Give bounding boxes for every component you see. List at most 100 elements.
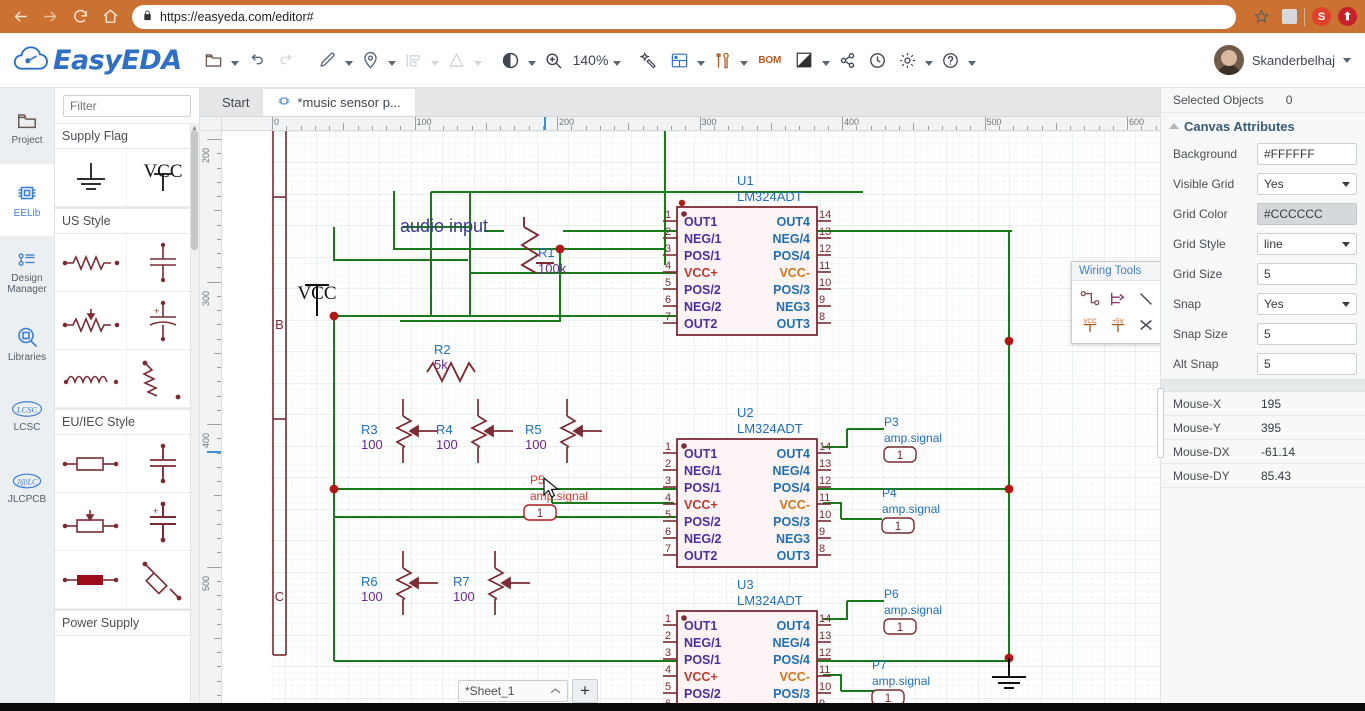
wiring-tools-panel[interactable]: Wiring Tools — N (1071, 261, 1160, 344)
zoom-level-label[interactable]: 140% (569, 52, 611, 68)
extension-placeholder-icon[interactable] (1282, 9, 1297, 24)
history-icon[interactable] (862, 43, 892, 77)
theme-dropdown-caret[interactable] (819, 43, 832, 77)
lib-item-varistor-eu[interactable] (127, 551, 199, 609)
settings-dropdown-caret[interactable] (922, 43, 935, 77)
sidebar-item-label: EELib (13, 208, 41, 219)
lib-item-vcc-symbol[interactable]: VCC (127, 149, 199, 207)
lib-item-polarized-capacitor-us[interactable]: + (127, 292, 199, 350)
zoom-in-icon[interactable] (539, 43, 569, 77)
lib-item-capacitor-eu[interactable] (127, 435, 199, 493)
back-arrow-icon[interactable] (8, 5, 32, 29)
lib-item-polarized-capacitor-eu[interactable]: + (127, 493, 199, 551)
grid-color-field[interactable]: #CCCCCC (1257, 203, 1357, 225)
plus5v-flag-icon[interactable]: +5V (1104, 312, 1132, 338)
visible-grid-select[interactable]: Yes (1257, 173, 1357, 195)
theme-icon[interactable] (789, 43, 819, 77)
panel-settings-caret[interactable] (694, 43, 707, 77)
chevron-down-icon[interactable] (1342, 241, 1350, 247)
alt-snap-field[interactable]: 5 (1257, 353, 1357, 375)
folder-icon[interactable] (199, 43, 229, 77)
panel-resize-handle[interactable] (1157, 388, 1164, 458)
magic-wand-icon[interactable] (634, 43, 664, 77)
panel-settings-icon[interactable] (664, 43, 694, 77)
location-pin-icon[interactable] (356, 43, 386, 77)
vcc-flag-icon[interactable]: VCC (1076, 312, 1104, 338)
collapse-triangle-icon[interactable] (1169, 123, 1179, 129)
chevron-down-icon[interactable] (1342, 301, 1350, 307)
undo-icon[interactable] (242, 43, 272, 77)
ruler-tick (286, 126, 288, 130)
snap-select[interactable]: Yes (1257, 293, 1357, 315)
sidebar-item-jlcpcb[interactable]: J@LC JLCPCB (0, 452, 54, 524)
user-dropdown-caret[interactable] (1343, 57, 1351, 63)
folder-dropdown-caret[interactable] (229, 43, 242, 77)
zoom-dropdown-caret[interactable] (610, 43, 623, 77)
help-icon[interactable] (935, 43, 965, 77)
schematic-canvas[interactable]: 0 100 200 300 400 500 600 200 300 400 500 (200, 117, 1160, 711)
gear-icon[interactable] (892, 43, 922, 77)
schematic-sheet[interactable]: B C VCC R1 100k R2 5k R3 100 R4 100 R5 1… (222, 131, 1160, 711)
svg-text:POS/2: POS/2 (684, 515, 721, 529)
bus-icon[interactable] (1104, 286, 1132, 312)
tools-dropdown-caret[interactable] (737, 43, 750, 77)
visibility-dropdown-caret[interactable] (526, 43, 539, 77)
filter-input[interactable] (63, 95, 191, 117)
bom-button[interactable]: BOM (750, 55, 789, 66)
wire-icon[interactable] (1076, 286, 1104, 312)
no-connect-icon[interactable] (1132, 312, 1160, 338)
wiring-tools-titlebar[interactable]: Wiring Tools — (1072, 262, 1160, 281)
user-menu[interactable]: Skanderbelhaj (1213, 45, 1357, 75)
chevron-down-icon[interactable] (1342, 181, 1350, 187)
sheet-tab-sheet1[interactable]: *Sheet_1 (458, 680, 568, 702)
sidebar-item-libraries[interactable]: Libraries (0, 308, 54, 380)
reload-icon[interactable] (68, 5, 92, 29)
snap-size-field[interactable]: 5 (1257, 323, 1357, 345)
schematic-drawing[interactable]: B C VCC R1 100k R2 5k R3 100 R4 100 R5 1… (222, 131, 1160, 711)
lib-item-varistor-us[interactable] (127, 350, 199, 408)
pencil-icon[interactable] (313, 43, 343, 77)
place-dropdown-caret[interactable] (386, 43, 399, 77)
forward-arrow-icon[interactable] (38, 5, 62, 29)
lib-item-ground-symbol[interactable] (55, 149, 127, 207)
ruler-tick (1070, 126, 1071, 130)
canvas-attributes-header[interactable]: Canvas Attributes (1161, 113, 1365, 139)
grid-style-select[interactable]: line (1257, 233, 1357, 255)
lib-item-potentiometer-us[interactable] (55, 292, 127, 350)
lib-item-resistor-filled-eu[interactable] (55, 551, 127, 609)
sidebar-item-lcsc[interactable]: LCSC LCSC (0, 380, 54, 452)
ruler-tick (217, 395, 221, 397)
profile-avatar-badge[interactable]: S (1312, 7, 1331, 26)
easyeda-logo[interactable]: EasyEDA (8, 45, 188, 76)
pencil-dropdown-caret[interactable] (343, 43, 356, 77)
tab-music-sensor[interactable]: *music sensor p... (263, 89, 415, 116)
home-icon[interactable] (98, 5, 122, 29)
ruler-top: 0 100 200 300 400 500 600 (222, 117, 1160, 131)
mouse-x-row: Mouse-X 195 (1161, 392, 1365, 416)
ruler-tick (1141, 126, 1143, 130)
grid-size-field[interactable]: 5 (1257, 263, 1357, 285)
update-badge-icon[interactable]: ⬆ (1338, 7, 1357, 26)
sidebar-item-design-manager[interactable]: Design Manager (0, 236, 54, 308)
lib-item-capacitor-us[interactable] (127, 234, 199, 292)
ruler-tick (217, 538, 221, 539)
add-sheet-button[interactable]: + (572, 679, 598, 703)
lib-item-resistor-us[interactable] (55, 234, 127, 292)
tools-icon[interactable] (707, 43, 737, 77)
tab-start[interactable]: Start (208, 89, 263, 116)
bus-entry-icon[interactable] (1132, 286, 1160, 312)
chevron-up-icon[interactable] (550, 684, 561, 698)
visibility-icon[interactable] (496, 43, 526, 77)
library-scroll-thumb[interactable] (191, 130, 198, 250)
sidebar-item-eelib[interactable]: EELib (0, 164, 54, 236)
sidebar-item-project[interactable]: Project (0, 92, 54, 164)
share-icon[interactable] (832, 43, 862, 77)
visible-grid-value: Yes (1264, 177, 1284, 191)
lib-item-inductor-us[interactable] (55, 350, 127, 408)
help-dropdown-caret[interactable] (965, 43, 978, 77)
background-color-field[interactable]: #FFFFFF (1257, 143, 1357, 165)
address-bar[interactable]: https://easyeda.com/editor# (132, 4, 1236, 29)
lib-item-resistor-eu[interactable] (55, 435, 127, 493)
star-icon[interactable] (1250, 6, 1272, 28)
lib-item-potentiometer-eu[interactable] (55, 493, 127, 551)
